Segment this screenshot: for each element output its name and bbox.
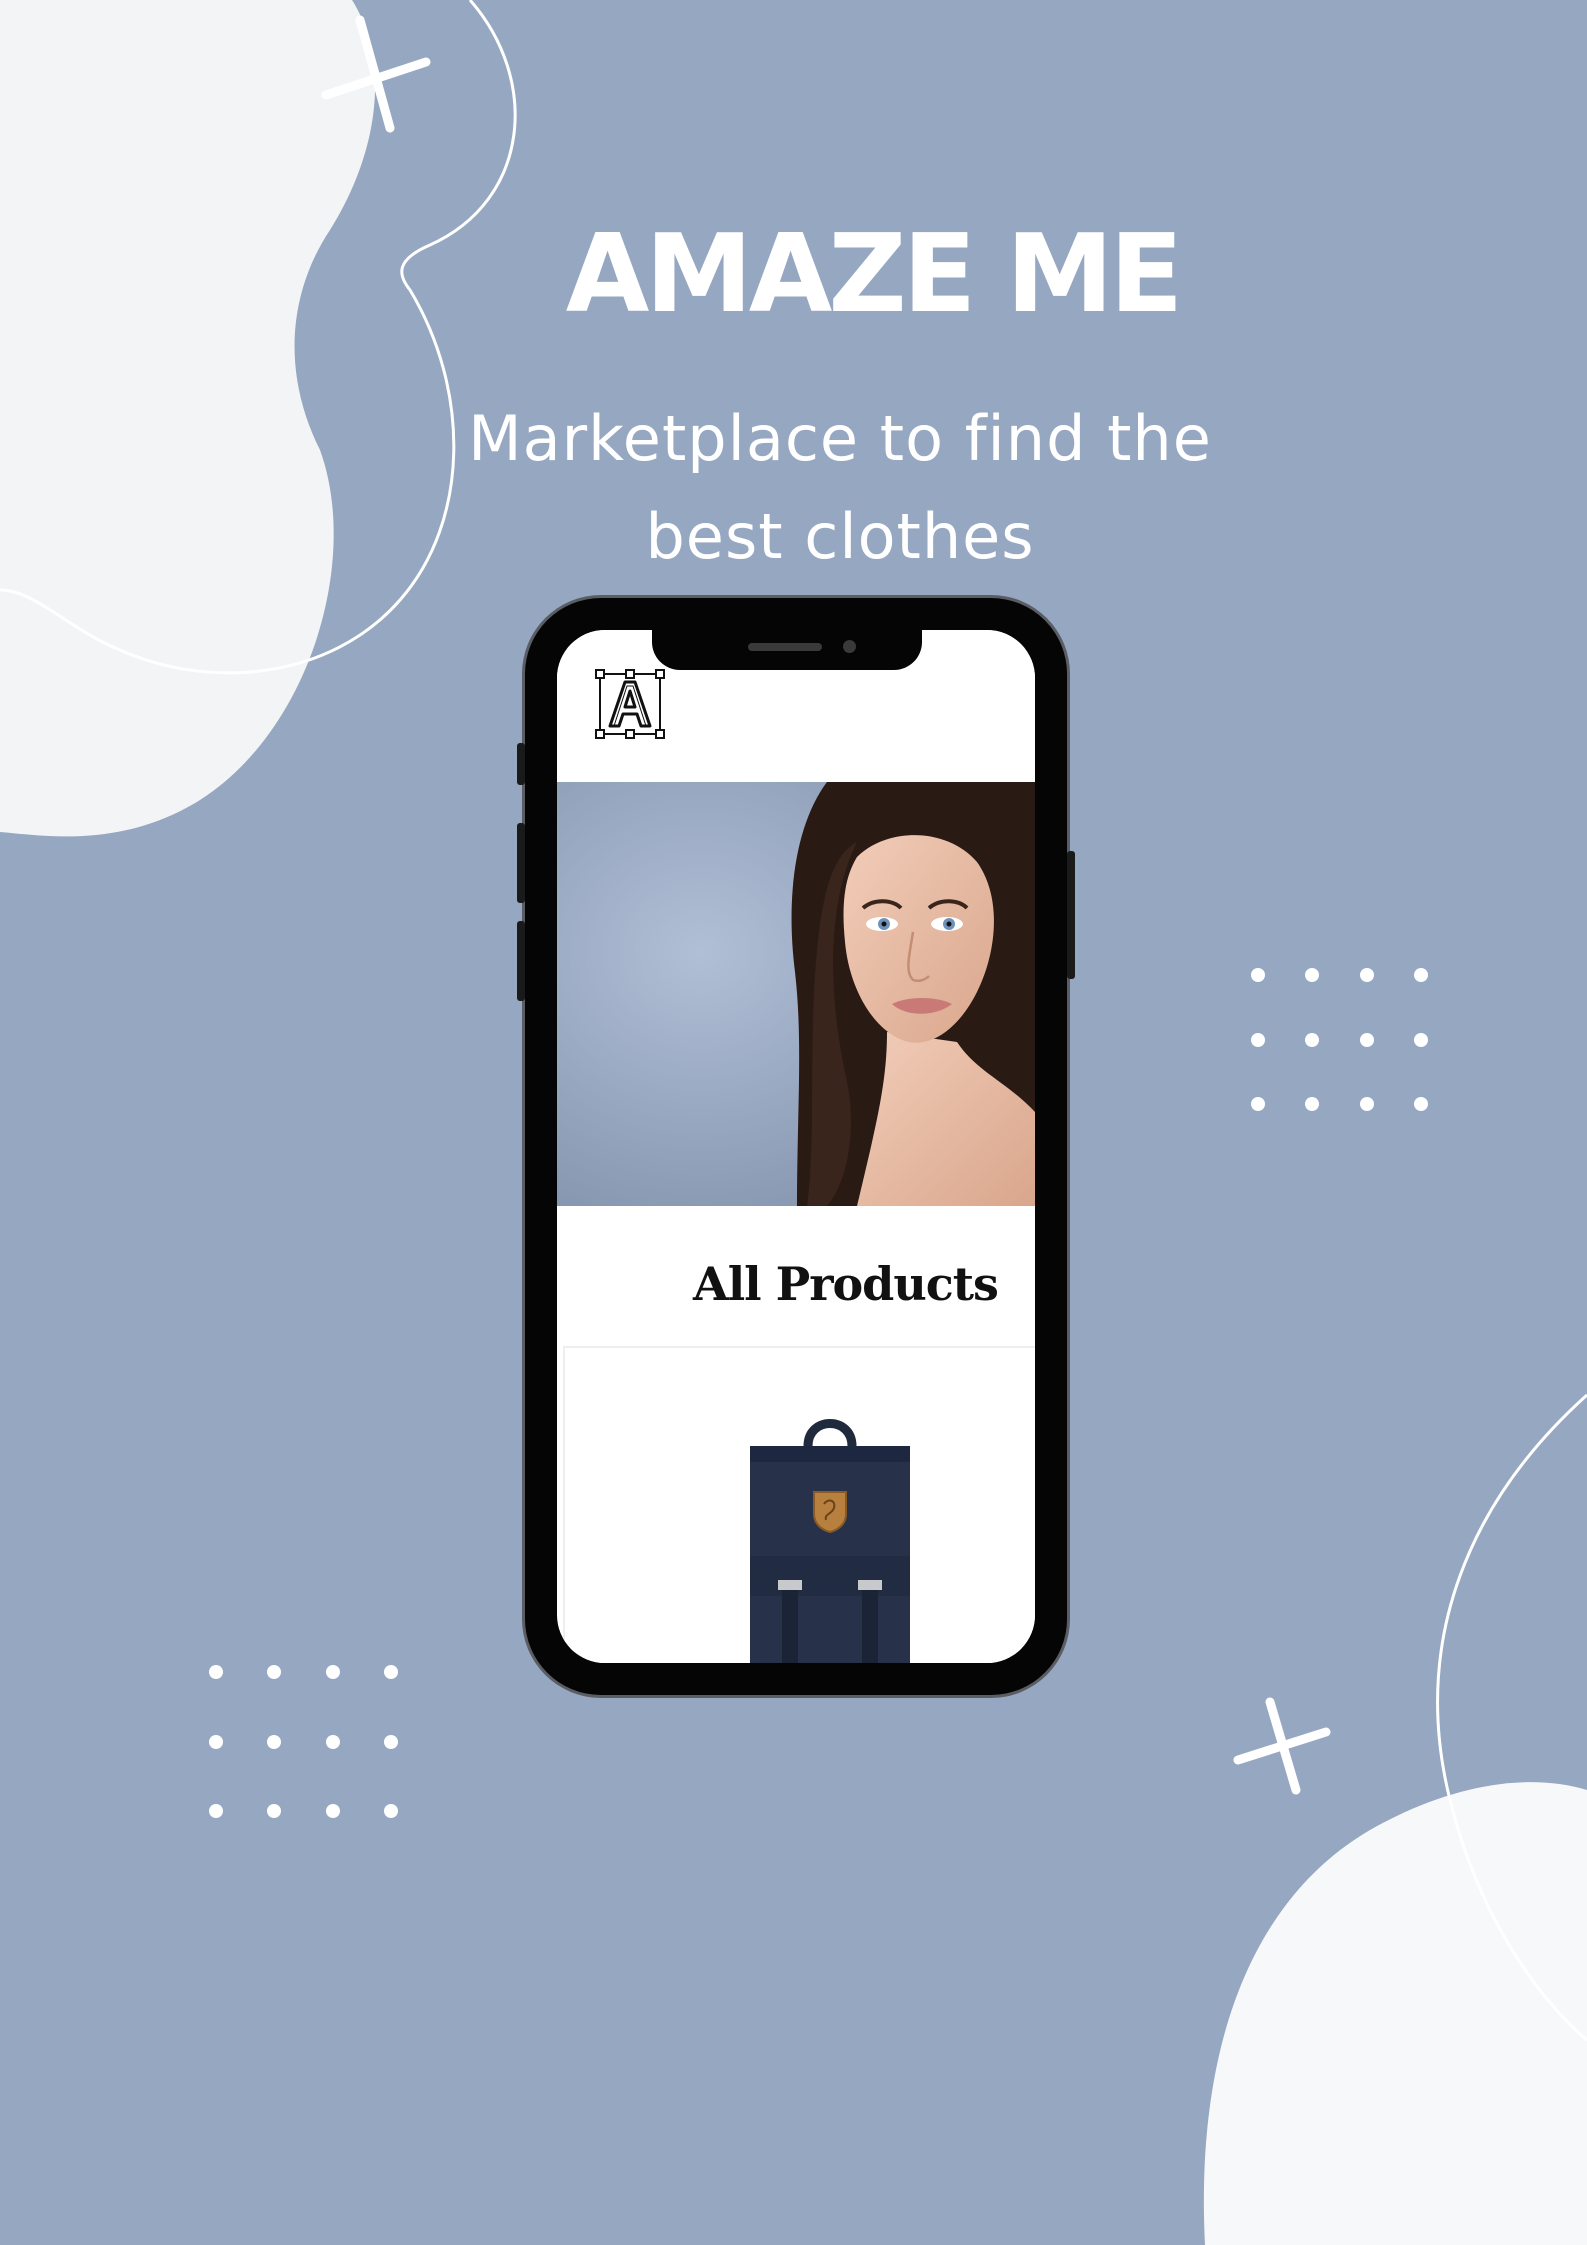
phone-power-button bbox=[1067, 851, 1075, 979]
letter-a-logo-icon[interactable] bbox=[594, 668, 666, 740]
bottom-right-blob bbox=[1203, 1782, 1587, 2245]
speaker-grille bbox=[748, 643, 822, 651]
poster-headline: AMAZE ME bbox=[565, 212, 1184, 337]
dot-grid-left bbox=[209, 1665, 398, 1818]
plus-sign-bottom bbox=[1233, 1697, 1331, 1795]
bottom-right-outline bbox=[1436, 1393, 1587, 2042]
hero-banner[interactable] bbox=[557, 782, 1035, 1206]
model-portrait-photo bbox=[557, 782, 1035, 1206]
phone-screen: All Products bbox=[557, 630, 1035, 1663]
phone-volume-down-button bbox=[517, 921, 525, 1001]
top-left-blob bbox=[0, 0, 376, 837]
phone-notch bbox=[652, 630, 922, 670]
section-title-all-products: All Products bbox=[693, 1257, 999, 1311]
poster-subtitle: Marketplace to find the best clothes bbox=[468, 402, 1212, 573]
front-camera bbox=[843, 640, 856, 653]
phone-mockup: All Products bbox=[517, 598, 1075, 1695]
phone-side-button bbox=[517, 743, 525, 785]
phone-volume-up-button bbox=[517, 823, 525, 903]
dot-grid-right bbox=[1251, 968, 1428, 1111]
plus-sign-top bbox=[321, 15, 431, 133]
product-card[interactable] bbox=[563, 1346, 1035, 1663]
backpack-product-photo bbox=[750, 1419, 910, 1663]
